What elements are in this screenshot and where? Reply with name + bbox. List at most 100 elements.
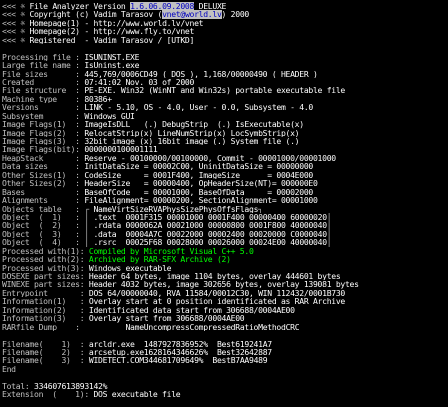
object-row: Object ( 4) : │ .rsrc 00025F68 00028000 … xyxy=(2,238,448,246)
row-value: 0000000100001111 xyxy=(84,145,158,154)
row-label: Alignments xyxy=(2,196,76,205)
rar-file-row: Filename( 3) : WIDETECT.COM 34468 17096 49%… xyxy=(2,356,448,364)
object-label: Object ( 4) xyxy=(2,238,76,247)
row-sep: : xyxy=(75,204,85,213)
row-label: DOSEXE part sizes xyxy=(2,272,80,281)
row-value: Compiled by Microsoft Visual C++ 5.0 xyxy=(88,246,254,256)
rar-file-uncomp: 162816 xyxy=(143,347,172,357)
object-rva: 00021000 xyxy=(166,221,204,230)
rar-total-row: Total: 3 346076 138931 42% xyxy=(2,382,448,390)
row-sep: : xyxy=(75,170,85,180)
info-row: Other Sizes(1) : CodeSize = 0001F400, Im… xyxy=(2,171,448,179)
object-psize: 00002400 xyxy=(207,229,245,239)
info-rows-2: DOSEXE part sizes: Header 64 bytes, imag… xyxy=(2,272,448,323)
row-label: Other Sizes(2) xyxy=(2,179,76,188)
object-psize: 0001F400 xyxy=(207,212,245,222)
row-label: Information(1) xyxy=(2,297,80,306)
object-rva: 00028000 xyxy=(166,238,204,247)
rar-file-name: arcldr.exe xyxy=(88,339,144,348)
row-sep: : xyxy=(79,347,89,357)
object-name: .rdata xyxy=(93,221,121,230)
info-row: Information(2) : Identificated data star… xyxy=(2,306,448,314)
row-value: 80386+ xyxy=(84,94,112,104)
row-value: BaseOfCode = 00001000, BaseOfData = 0000… xyxy=(84,187,313,197)
header-prefix: <<< xyxy=(2,27,21,36)
object-poffs: 00024E00 xyxy=(249,238,286,247)
row-sep: : xyxy=(24,381,35,391)
row-label: File structure xyxy=(2,86,76,95)
box-edge: │ xyxy=(84,229,94,239)
extension-sep: : xyxy=(84,390,94,399)
sun-icon: ☼ xyxy=(20,27,30,36)
info-row: File structure : PE-EXE. Win32 (WinNT an… xyxy=(2,86,448,94)
row-label: Image Flags(3) xyxy=(2,137,76,146)
rar-file-name: WIDETECT.COM xyxy=(88,356,144,365)
info-row: Created : 07:41:02 Nov. 03 of 2000 xyxy=(2,78,448,86)
header-suffix: DELUXE xyxy=(194,2,227,11)
row-value: LINK - 5.10, OS - 4.0, User - 0.0, Subsy… xyxy=(84,103,313,112)
header-prefix: <<< xyxy=(2,35,21,45)
row-sep: : xyxy=(79,246,89,256)
row-label: Data sizes xyxy=(2,162,76,171)
row-label: Image Flags(1) xyxy=(2,120,76,129)
console-window: <<< ☼ File Analyzer Version 1.6.06.09.20… xyxy=(0,0,448,407)
row-label: Other Sizes(1) xyxy=(2,170,76,180)
rar-file-comp: 43466 xyxy=(171,347,195,357)
rar-total-label: Total xyxy=(2,381,25,391)
rar-file-uncomp: 148792 xyxy=(143,339,172,348)
rar-file-label: Filename( 3) xyxy=(2,356,80,365)
col-header-name: Name xyxy=(93,204,112,213)
row-sep: : xyxy=(79,356,89,365)
info-row: Information(1) : Overlay start at 0 posi… xyxy=(2,297,448,305)
rar-file-ratio: 49% xyxy=(189,356,204,365)
info-row: Subsystem : Windows GUI xyxy=(2,112,448,120)
rar-file-row: Filename( 2) : arcsetup.exe 162816 43466 26… xyxy=(2,348,448,356)
object-rva: 00001000 xyxy=(166,212,204,222)
row-label: Image Flags(2) xyxy=(2,128,76,137)
header-text: Copyright (c) Vadim Tarasov ( xyxy=(29,10,163,19)
object-poffs: 00020000 xyxy=(249,229,286,239)
row-sep: : xyxy=(75,179,85,188)
info-row: Information(3) : Overlay start from 3066… xyxy=(2,314,448,322)
box-corner: ┐ xyxy=(258,204,263,213)
row-value: 445,769/0006CD49 ( DOS ), 1,168/00000490… xyxy=(84,69,318,78)
row-sep: : xyxy=(79,255,89,264)
row-sep: : xyxy=(75,103,85,112)
info-row: Processed with(3): Windows executable xyxy=(2,264,448,272)
box-edge: │ xyxy=(326,212,332,222)
row-value: Windows GUI xyxy=(84,111,135,121)
row-value: Overlay start at 0 position identificate… xyxy=(88,297,345,306)
row-sep: : xyxy=(75,322,126,332)
header-line: <<< ☼ Copyright (c) Vadim Tarasov (vnet@… xyxy=(2,10,448,19)
info-row: Versions : LINK - 5.10, OS - 4.0, User -… xyxy=(2,103,448,111)
info-row: File sizes : 445,769/0006CD49 ( DOS ), 1… xyxy=(2,70,448,78)
info-row: Entrypoint : DOS 64/00000040, RVA 11584/… xyxy=(2,289,448,297)
box-corner: ┌ xyxy=(84,204,94,213)
row-value: FileAlignment= 00000200, SectionAlignmen… xyxy=(84,196,318,205)
rar-total-ratio: 42% xyxy=(93,381,108,391)
rar-file-row: Filename( 1) : arcldr.exe 148792 78369 52%… xyxy=(2,340,448,348)
row-label: Entrypoint xyxy=(2,288,80,298)
row-label: Subsystem xyxy=(2,111,76,121)
info-row: DOSEXE part sizes: Header 64 bytes, imag… xyxy=(2,272,448,280)
rar-label: RARfile Dump xyxy=(2,322,76,332)
row-label: File sizes xyxy=(2,69,76,78)
header-prefix: <<< xyxy=(2,10,21,19)
row-value: ImageIsDLL (.) DebugStrip (.) IsExecutab… xyxy=(84,120,304,129)
extension-label: Extension ( 1) xyxy=(2,390,85,399)
row-value: RelocatStrip(x) LineNumStrip(x) LocSymbS… xyxy=(84,128,300,137)
header-line: <<< ☼ Homepage(2) - http://www.fly.to/vn… xyxy=(2,27,448,35)
row-sep: : xyxy=(79,280,89,289)
row-label: Processing file xyxy=(2,52,76,62)
row-value: 32bit image (x) 16bit image (.) System f… xyxy=(84,137,300,146)
row-sep: : xyxy=(79,272,89,281)
rar-col-name: Name xyxy=(125,322,144,332)
row-sep: : xyxy=(75,187,85,197)
object-psize: 00026000 xyxy=(207,238,245,247)
info-row: WINEXE part sizes: Header 4032 bytes, im… xyxy=(2,280,448,288)
row-label: HeapStack xyxy=(2,153,76,163)
